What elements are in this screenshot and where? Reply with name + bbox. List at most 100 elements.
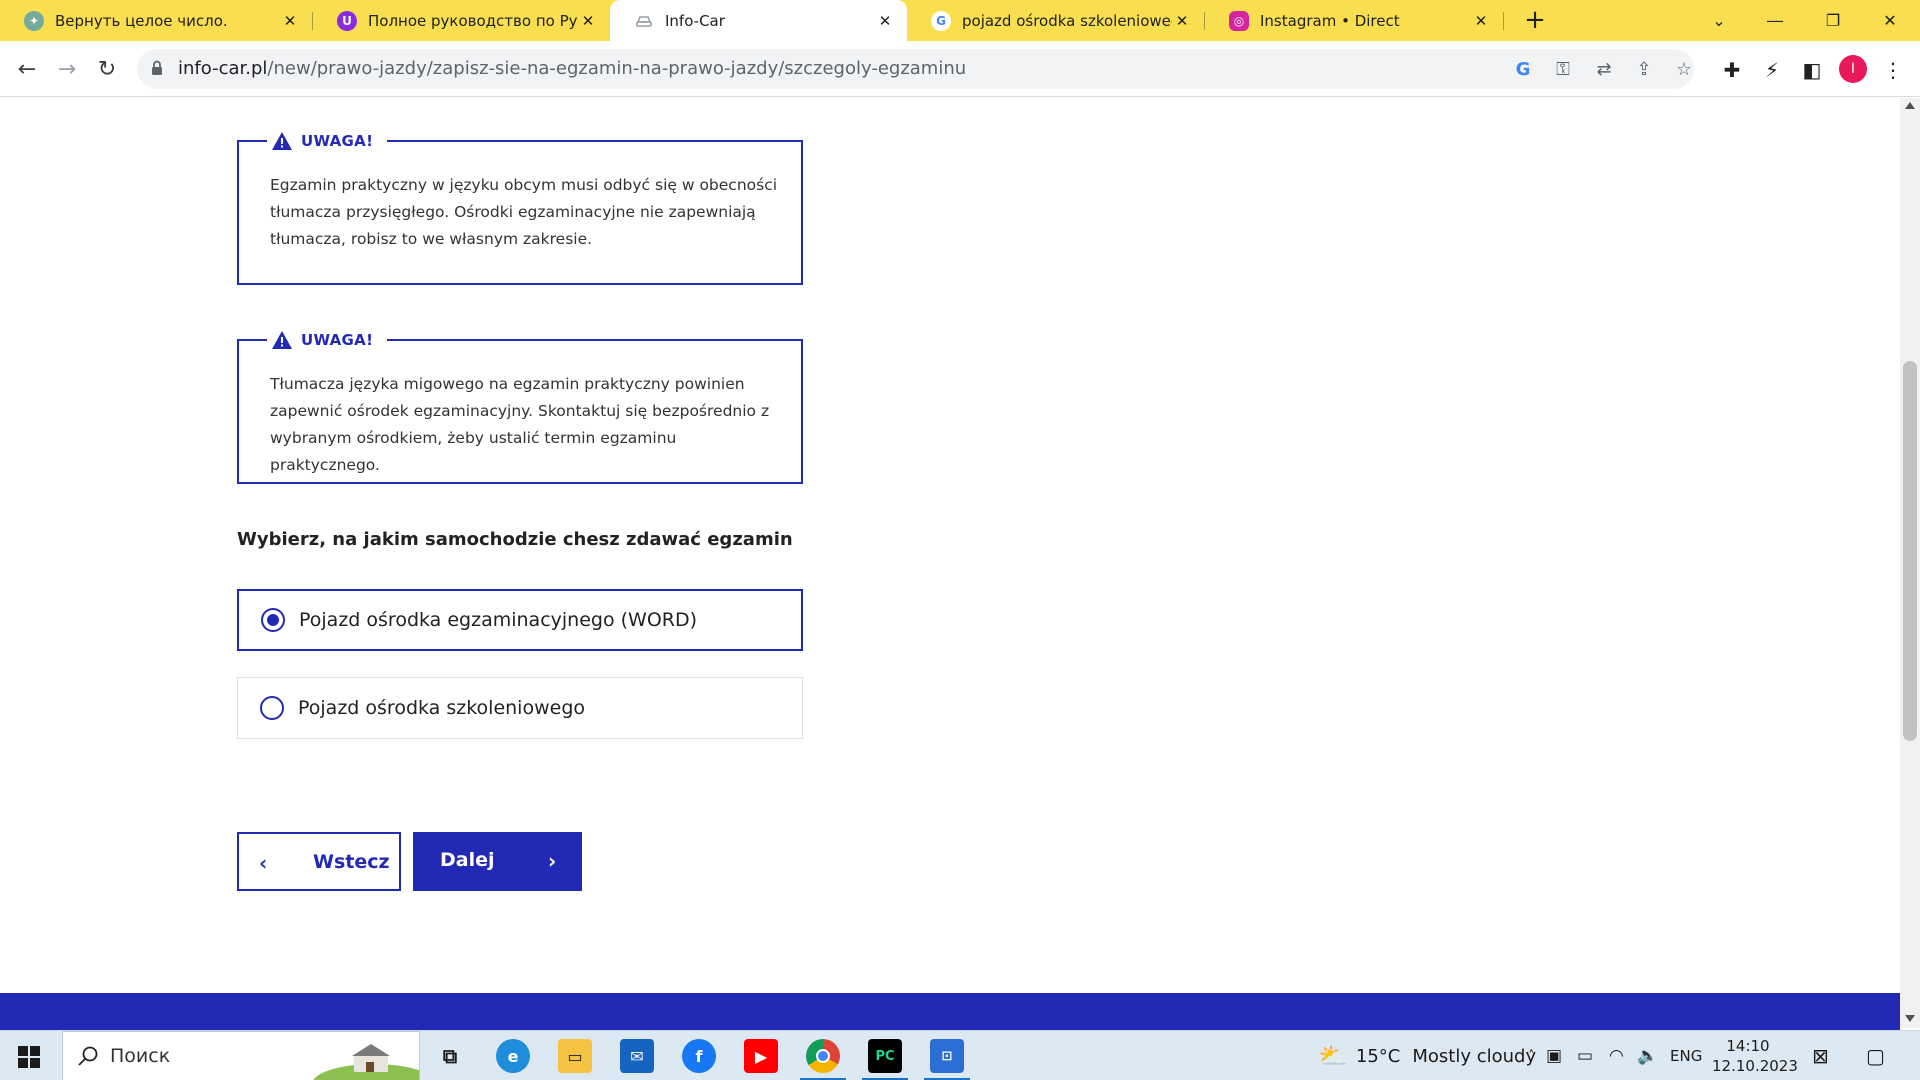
lock-icon [151, 60, 163, 80]
vehicle-question-heading: Wybierz, na jakim samochodzie chesz zdaw… [237, 529, 793, 550]
clock-date: 12.10.2023 [1712, 1057, 1798, 1075]
share-icon[interactable]: ⇪ [1632, 57, 1656, 81]
translate-icon[interactable]: ⇄ [1592, 57, 1616, 81]
notifications-icon[interactable]: ▢ [1866, 1031, 1885, 1080]
url-text: info-car.pl/new/prawo-jazdy/zapisz-sie-n… [178, 58, 966, 79]
warning-text: Egzamin praktyczny w języku obcym musi o… [270, 172, 790, 253]
warning-text: Tłumacza języka migowego na egzamin prak… [270, 371, 790, 479]
tab-search-chevron-icon[interactable]: ⌄ [1691, 0, 1747, 41]
warning-line: tłumacza przysięgłego. Ośrodki egzaminac… [270, 203, 756, 221]
tab-title: pojazd ośrodka szkoleniowego [962, 11, 1172, 30]
taskbar-search-box[interactable]: Поиск [62, 1031, 420, 1080]
tray-overflow-icon[interactable]: ˄ [1528, 1031, 1535, 1080]
back-button-label: Wstecz [313, 851, 390, 873]
facebook-icon[interactable]: f [682, 1039, 716, 1073]
remote-desktop-icon[interactable]: ⊡ [924, 1039, 970, 1080]
warning-line: zapewnić ośrodek egzaminacyjny. Skontakt… [270, 402, 770, 420]
restore-button[interactable]: ❐ [1805, 0, 1861, 41]
tab-chatgpt[interactable]: ✦ Вернуть целое число. ✕ [0, 0, 312, 41]
forward-arrow-icon[interactable]: → [49, 51, 85, 87]
radio-button[interactable] [260, 696, 284, 720]
farm-illustration-icon [314, 1044, 419, 1080]
new-tab-button[interactable]: + [1520, 6, 1550, 36]
scroll-up-arrow-icon[interactable] [1905, 102, 1915, 109]
warning-heading: UWAGA! [267, 128, 388, 154]
weather-description: Mostly cloudy [1412, 1045, 1537, 1067]
warning-line: Egzamin praktyczny w języku obcym musi o… [270, 176, 778, 194]
taskbar-clock[interactable]: 14:10 12.10.2023 [1712, 1036, 1798, 1076]
tutorial-u-icon: U [337, 10, 357, 31]
menu-kebab-icon[interactable]: ⋮ [1880, 57, 1906, 83]
weather-temperature: 15°C [1355, 1045, 1401, 1067]
bookmark-star-icon[interactable]: ☆ [1672, 57, 1696, 81]
chrome-icon[interactable] [800, 1039, 846, 1080]
minimize-button[interactable]: ― [1747, 0, 1803, 41]
page-scrollbar[interactable] [1900, 98, 1920, 1028]
search-placeholder: Поиск [110, 1045, 171, 1067]
option-label[interactable]: Pojazd ośrodka szkoleniowego [298, 697, 585, 719]
option-school-vehicle[interactable]: Pojazd ośrodka szkoleniowego [237, 677, 803, 739]
browser-tabstrip: ✦ Вернуть целое число. ✕ U Полное руково… [0, 0, 1920, 41]
tab-title: Полное руководство по Python [368, 11, 578, 30]
tab-title: Instagram • Direct [1260, 11, 1400, 30]
warning-icon [272, 331, 292, 349]
avatar[interactable]: I [1839, 55, 1867, 83]
tab-title: Вернуть целое число. [55, 11, 228, 30]
volume-icon[interactable]: 🔈 [1637, 1031, 1658, 1080]
search-icon [78, 1046, 98, 1066]
close-window-button[interactable]: ✕ [1862, 0, 1918, 41]
url-path: /new/prawo-jazdy/zapisz-sie-na-egzamin-n… [267, 58, 967, 79]
radio-button-selected[interactable] [261, 608, 285, 632]
wifi-icon[interactable]: ◠ [1609, 1031, 1624, 1080]
clock-time: 14:10 [1726, 1037, 1770, 1055]
language-indicator[interactable]: ENG [1670, 1031, 1702, 1080]
warning-icon [272, 132, 292, 150]
close-icon[interactable]: ✕ [578, 12, 598, 30]
page-content: UWAGA! Egzamin praktyczny w języku obcym… [0, 98, 1900, 993]
battery-icon[interactable]: ▭ [1577, 1031, 1593, 1080]
weather-widget[interactable]: ⛅ 15°C Mostly cloudy [1318, 1031, 1536, 1080]
tab-google-search[interactable]: G pojazd ośrodka szkoleniowego ✕ [907, 0, 1204, 41]
google-icon: G [931, 10, 951, 31]
warning-heading: UWAGA! [267, 327, 388, 353]
close-icon[interactable]: ✕ [1172, 12, 1192, 30]
tab-instagram[interactable]: ◎ Instagram • Direct ✕ [1205, 0, 1503, 41]
windows-start-icon[interactable] [18, 1046, 40, 1068]
pycharm-icon[interactable]: PC [862, 1039, 908, 1080]
close-icon[interactable]: ✕ [875, 12, 895, 30]
mail-icon[interactable]: ✉ [620, 1039, 654, 1073]
edge-browser-icon[interactable]: e [496, 1039, 530, 1073]
file-explorer-icon[interactable]: ▭ [558, 1039, 592, 1073]
next-button-label: Dalej [440, 849, 495, 871]
close-icon[interactable]: ✕ [280, 12, 300, 30]
side-panel-icon[interactable]: ◧ [1799, 57, 1825, 83]
url-domain: info-car.pl [178, 58, 268, 79]
performance-icon[interactable]: ⚡ [1759, 57, 1785, 83]
warning-line: Tłumacza języka migowego na egzamin prak… [270, 375, 745, 393]
extensions-puzzle-icon[interactable]: ✚ [1719, 57, 1745, 83]
close-icon[interactable]: ✕ [1471, 12, 1491, 30]
cloudy-weather-icon: ⛅ [1318, 1042, 1348, 1070]
reload-icon[interactable]: ↻ [89, 51, 125, 87]
instagram-icon: ◎ [1229, 10, 1249, 31]
pycharm-tray-icon[interactable]: ⊠ [1812, 1031, 1829, 1080]
radio-dot [267, 614, 279, 626]
key-icon[interactable]: ⚿ [1551, 57, 1575, 81]
youtube-icon[interactable]: ▶ [744, 1039, 778, 1073]
warning-line: wybranym ośrodkiem, żeby ustalić termin … [270, 429, 677, 474]
back-arrow-icon[interactable]: ← [9, 51, 45, 87]
chevron-right-icon: › [548, 849, 557, 873]
back-button[interactable]: ‹ Wstecz [237, 832, 401, 891]
meet-now-icon[interactable]: ▣ [1546, 1031, 1562, 1080]
google-lens-icon[interactable]: G [1511, 57, 1535, 81]
option-label[interactable]: Pojazd ośrodka egzaminacyjnego (WORD) [299, 609, 697, 631]
address-bar[interactable]: info-car.pl/new/prawo-jazdy/zapisz-sie-n… [137, 49, 1694, 89]
next-button[interactable]: Dalej › [413, 832, 582, 891]
tab-info-car[interactable]: Info-Car ✕ [610, 0, 907, 41]
option-word-vehicle[interactable]: Pojazd ośrodka egzaminacyjnego (WORD) [237, 589, 803, 651]
task-view-icon[interactable]: ⧉ [433, 1039, 467, 1073]
scroll-thumb[interactable] [1903, 361, 1917, 741]
scroll-down-arrow-icon[interactable] [1905, 1015, 1915, 1022]
warning-box-translator: UWAGA! Egzamin praktyczny w języku obcym… [237, 128, 803, 285]
tab-python-guide[interactable]: U Полное руководство по Python ✕ [313, 0, 610, 41]
